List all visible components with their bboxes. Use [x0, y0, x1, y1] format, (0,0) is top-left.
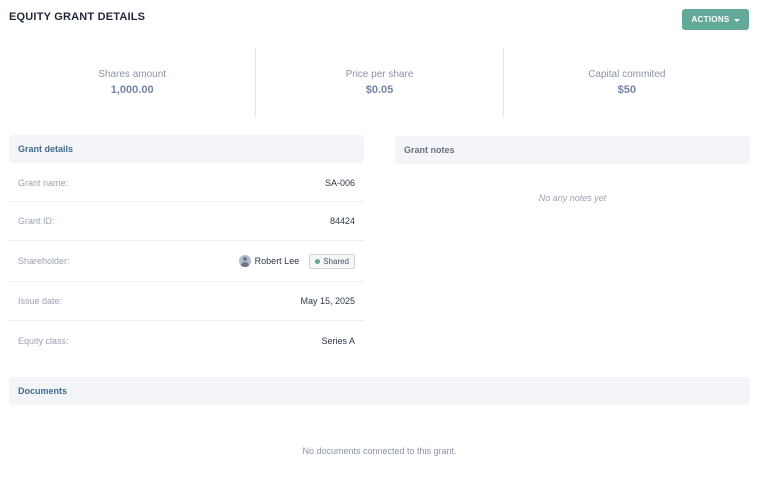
- stat-label: Shares amount: [98, 69, 167, 80]
- stat-label: Price per share: [345, 69, 414, 80]
- row-issue-date: Issue date: May 15, 2025: [9, 282, 364, 321]
- stats-summary: Shares amount 1,000.00 Price per share $…: [9, 48, 750, 117]
- documents-header: Documents: [9, 377, 750, 405]
- stat-value: $50: [617, 84, 636, 96]
- documents-empty: No documents connected to this grant.: [302, 446, 457, 456]
- row-value: 84424: [329, 216, 355, 226]
- shareholder-name: Robert Lee: [254, 256, 300, 266]
- row-shareholder: Shareholder: Robert Lee Shared: [9, 241, 364, 282]
- stat-price-per-share: Price per share $0.05: [255, 48, 502, 117]
- actions-button-label: ACTIONS: [691, 15, 730, 24]
- row-value: SA-006: [324, 177, 355, 188]
- shareholder[interactable]: Robert Lee Shared: [238, 253, 355, 269]
- stat-value: $0.05: [365, 84, 394, 96]
- shared-badge-label: Shared: [323, 256, 349, 266]
- row-equity-class: Equity class: Series A: [9, 321, 364, 361]
- grant-details-list: Grant name: SA-006 Grant ID: 84424 Share…: [9, 164, 364, 361]
- stat-value: 1,000.00: [110, 84, 154, 96]
- user-avatar-icon: [238, 255, 251, 267]
- stat-shares-amount: Shares amount 1,000.00: [9, 48, 255, 117]
- row-label: Equity class:: [18, 336, 69, 346]
- grant-notes-header: Grant notes: [395, 136, 750, 164]
- grant-details-header: Grant details: [9, 135, 364, 163]
- row-grant-name: Grant name: SA-006: [9, 164, 364, 202]
- row-label: Grant name:: [18, 177, 69, 188]
- page-title: EQUITY GRANT DETAILS: [9, 11, 146, 23]
- row-grant-id: Grant ID: 84424: [9, 202, 364, 241]
- row-value: May 15, 2025: [300, 296, 355, 306]
- row-value: Series A: [321, 336, 355, 346]
- shared-badge: Shared: [309, 253, 355, 269]
- grant-notes-empty: No any notes yet: [538, 193, 607, 203]
- actions-button[interactable]: ACTIONS: [682, 9, 749, 30]
- row-label: Grant ID:: [18, 216, 55, 226]
- caret-down-icon: [733, 18, 740, 22]
- status-dot-icon: [315, 258, 321, 264]
- stat-capital-committed: Capital commited $50: [502, 48, 750, 117]
- row-label: Shareholder:: [18, 256, 70, 266]
- row-label: Issue date:: [18, 296, 63, 306]
- stat-label: Capital commited: [588, 69, 666, 80]
